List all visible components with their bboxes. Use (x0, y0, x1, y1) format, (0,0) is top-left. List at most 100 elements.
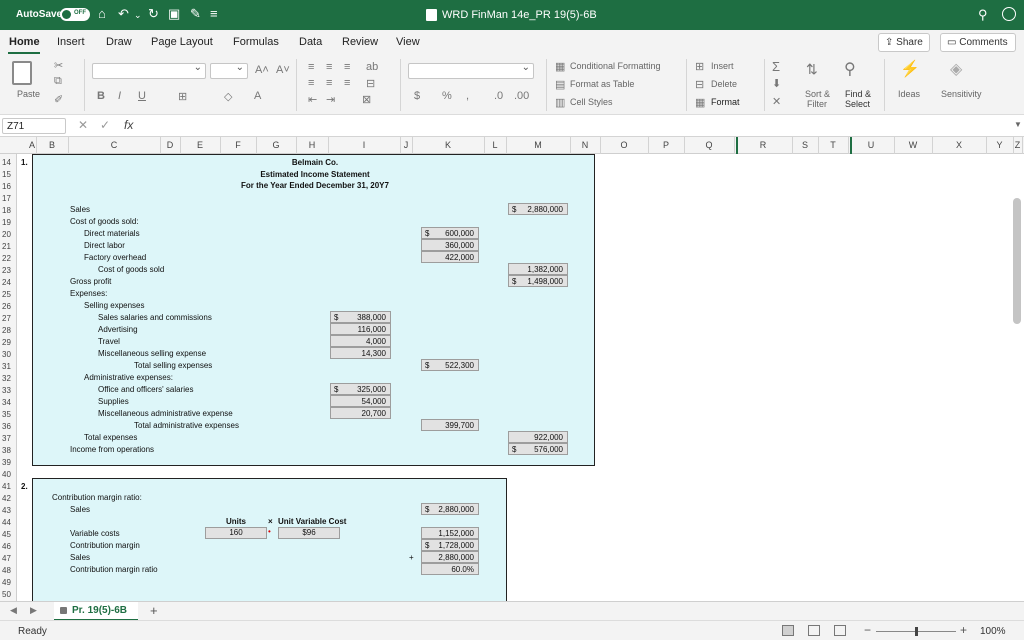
page-break-view-icon[interactable] (834, 625, 846, 636)
row-header-50[interactable]: 50 (0, 590, 17, 599)
total-selling-cell[interactable]: $522,300 (421, 359, 479, 371)
column-header-b[interactable]: B (36, 140, 68, 150)
tab-page-layout[interactable]: Page Layout (151, 36, 213, 48)
variable-costs-cell[interactable]: 1,152,000 (421, 527, 479, 539)
format-as-table-button[interactable]: Format as Table (570, 79, 634, 89)
row-header-17[interactable]: 17 (0, 194, 17, 203)
row-header-15[interactable]: 15 (0, 170, 17, 179)
column-header-j[interactable]: J (400, 140, 412, 150)
italic-icon[interactable]: I (118, 90, 121, 102)
percent-icon[interactable]: % (442, 90, 452, 102)
fill-icon[interactable]: ⬇ (772, 77, 781, 90)
align-bottom-icon[interactable]: ≡ (344, 61, 350, 73)
format-painter-icon[interactable]: ✐ (54, 93, 63, 106)
row-header-33[interactable]: 33 (0, 386, 17, 395)
delete-cells-icon[interactable]: ⊟ (695, 78, 704, 91)
ideas-label[interactable]: Ideas (898, 89, 920, 99)
row-header-18[interactable]: 18 (0, 206, 17, 215)
cogs-cell[interactable]: 1,382,000 (508, 263, 568, 275)
row-header-37[interactable]: 37 (0, 434, 17, 443)
column-header-l[interactable]: L (484, 140, 506, 150)
contribution-margin-cell[interactable]: $1,728,000 (421, 539, 479, 551)
align-center-icon[interactable]: ≡ (326, 77, 332, 89)
redo-icon[interactable]: ↻ (148, 6, 159, 22)
misc-selling-cell[interactable]: 14,300 (330, 347, 391, 359)
row-header-28[interactable]: 28 (0, 326, 17, 335)
share-button[interactable]: ⇪ Share (878, 33, 930, 52)
format-cells-button[interactable]: Format (711, 97, 740, 107)
feedback-icon[interactable] (1002, 7, 1016, 21)
column-header-t[interactable]: T (818, 140, 848, 150)
row-header-29[interactable]: 29 (0, 338, 17, 347)
row-header-31[interactable]: 31 (0, 362, 17, 371)
sort-filter-icon[interactable]: ⇅ (806, 61, 818, 78)
tab-data[interactable]: Data (299, 36, 322, 48)
total-expenses-cell[interactable]: 922,000 (508, 431, 568, 443)
underline-icon[interactable]: U (138, 90, 146, 102)
zoom-slider-thumb[interactable] (915, 627, 918, 636)
row-header-27[interactable]: 27 (0, 314, 17, 323)
expand-formula-icon[interactable]: ▼ (1014, 120, 1022, 129)
part2-sales-cell[interactable]: $2,880,000 (421, 503, 479, 515)
sort-filter-label-2[interactable]: Filter (807, 99, 827, 109)
cell-styles-icon[interactable]: ▥ (555, 96, 565, 109)
decrease-indent-icon[interactable]: ⇤ (308, 93, 317, 106)
zoom-level[interactable]: 100% (980, 626, 1006, 637)
copy-icon[interactable]: ⧉ (54, 75, 62, 88)
font-name-dropdown[interactable] (92, 62, 206, 79)
find-select-icon[interactable]: ⚲ (844, 59, 856, 79)
row-header-39[interactable]: 39 (0, 458, 17, 467)
insert-cells-button[interactable]: Insert (711, 61, 734, 71)
page-layout-view-icon[interactable] (808, 625, 820, 636)
tab-home[interactable]: Home (9, 36, 40, 48)
advertising-cell[interactable]: 116,000 (330, 323, 391, 335)
borders-icon[interactable]: ⊞ (178, 90, 187, 103)
increase-font-icon[interactable]: A˄ (255, 64, 269, 76)
column-header-w[interactable]: W (894, 140, 932, 150)
column-header-x[interactable]: X (932, 140, 986, 150)
autosum-icon[interactable]: Σ (772, 59, 780, 74)
delete-cells-button[interactable]: Delete (711, 79, 737, 89)
comments-button[interactable]: ▭ Comments (940, 33, 1016, 52)
align-left-icon[interactable]: ≡ (308, 77, 314, 89)
row-header-36[interactable]: 36 (0, 422, 17, 431)
align-top-icon[interactable]: ≡ (308, 61, 314, 73)
increase-indent-icon[interactable]: ⇥ (326, 93, 335, 106)
search-icon[interactable]: ⚲ (978, 7, 988, 23)
column-header-r[interactable]: R (734, 140, 792, 150)
home-icon[interactable]: ⌂ (98, 6, 106, 21)
tab-draw[interactable]: Draw (106, 36, 132, 48)
column-header-n[interactable]: N (570, 140, 600, 150)
column-header-p[interactable]: P (648, 140, 684, 150)
format-as-table-icon[interactable]: ▤ (555, 78, 565, 91)
direct-materials-cell[interactable]: $600,000 (421, 227, 479, 239)
sort-filter-label[interactable]: Sort & (805, 89, 830, 99)
merge-center-icon[interactable]: ⊠ (362, 93, 371, 106)
travel-cell[interactable]: 4,000 (330, 335, 391, 347)
row-header-38[interactable]: 38 (0, 446, 17, 455)
factory-overhead-cell[interactable]: 422,000 (421, 251, 479, 263)
column-header-g[interactable]: G (256, 140, 296, 150)
vertical-scrollbar[interactable] (1013, 198, 1021, 324)
row-header-25[interactable]: 25 (0, 290, 17, 299)
office-salaries-cell[interactable]: $325,000 (330, 383, 391, 395)
comma-style-icon[interactable]: , (466, 90, 469, 102)
cm-ratio-cell[interactable]: 60.0% (421, 563, 479, 575)
column-header-e[interactable]: E (180, 140, 220, 150)
column-header-z[interactable]: Z (1013, 140, 1022, 150)
unit-variable-cost-cell[interactable]: $96 (278, 527, 340, 539)
row-header-46[interactable]: 46 (0, 542, 17, 551)
formula-input[interactable] (142, 118, 1012, 134)
customize-icon[interactable]: ≡ (210, 6, 218, 21)
conditional-formatting-button[interactable]: Conditional Formatting (570, 61, 661, 71)
next-sheet-icon[interactable]: ▶ (30, 605, 37, 616)
column-header-u[interactable]: U (848, 140, 894, 150)
row-header-40[interactable]: 40 (0, 470, 17, 479)
insert-cells-icon[interactable]: ⊞ (695, 60, 704, 73)
column-header-o[interactable]: O (600, 140, 648, 150)
total-admin-cell[interactable]: 399,700 (421, 419, 479, 431)
row-header-26[interactable]: 26 (0, 302, 17, 311)
currency-icon[interactable]: $ (414, 90, 420, 102)
enter-icon[interactable]: ✓ (100, 118, 110, 132)
row-header-43[interactable]: 43 (0, 506, 17, 515)
